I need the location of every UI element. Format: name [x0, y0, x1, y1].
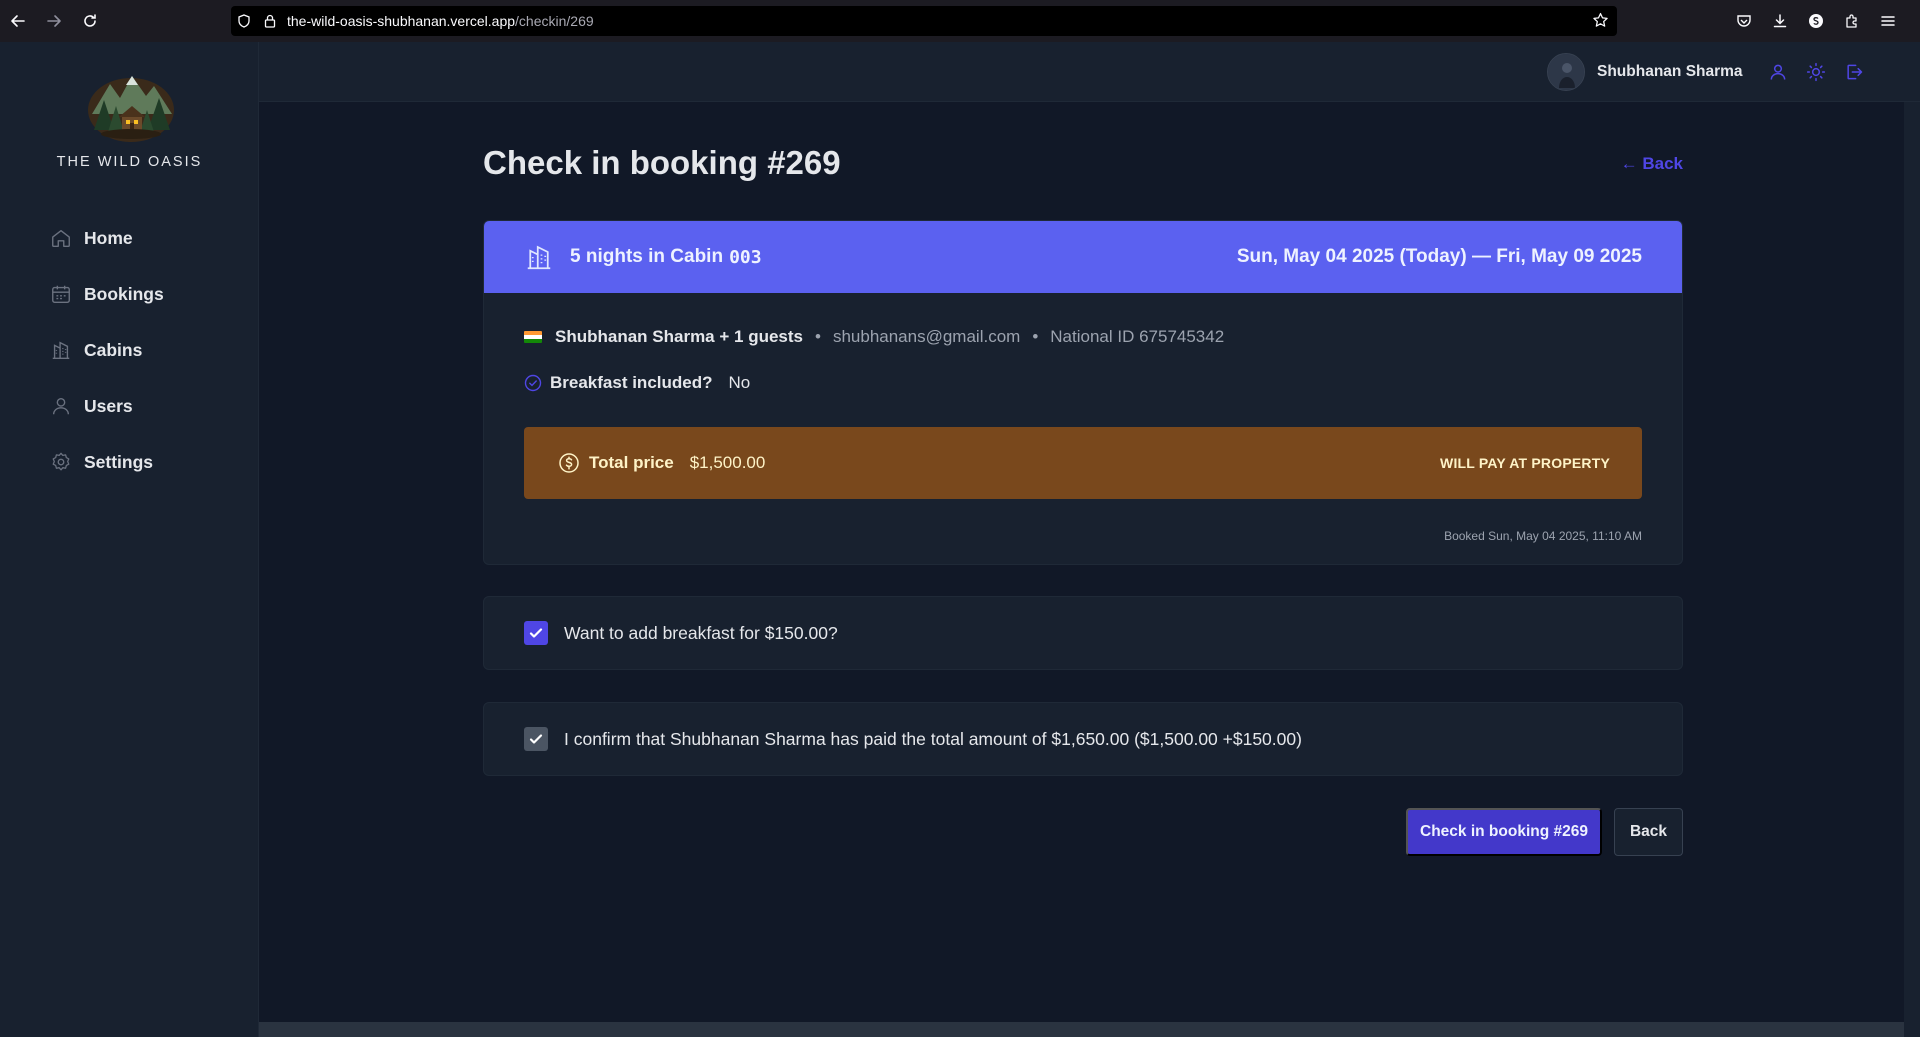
calendar-icon	[48, 281, 74, 307]
booking-detail-card: 5 nights in Cabin 003 Sun, May 04 2025 (…	[483, 220, 1683, 565]
logout-icon[interactable]	[1835, 58, 1873, 86]
browser-toolbar: the-wild-oasis-shubhanan.vercel.app/chec…	[0, 0, 1920, 42]
checkin-button[interactable]: Check in booking #269	[1406, 808, 1602, 856]
reload-icon[interactable]	[72, 0, 108, 42]
booking-dates: Sun, May 04 2025 (Today) — Fri, May 09 2…	[1236, 246, 1642, 267]
horizontal-scrollbar[interactable]	[259, 1022, 1904, 1037]
sidebar: THE WILD OASIS Home Bookings Cabins User…	[0, 42, 259, 1037]
sidebar-item-label: Users	[84, 395, 133, 416]
add-breakfast-label[interactable]: Want to add breakfast for $150.00?	[564, 623, 838, 644]
back-button[interactable]: Back	[1614, 808, 1683, 856]
shield-icon[interactable]	[231, 14, 257, 28]
hamburger-menu-icon[interactable]	[1870, 0, 1906, 42]
main-content: Check in booking #269 ← Back 5 nights in…	[259, 102, 1904, 1022]
page-header: Check in booking #269 ← Back	[483, 144, 1683, 184]
sidebar-item-label: Cabins	[84, 339, 143, 360]
sidebar-item-bookings[interactable]: Bookings	[36, 266, 236, 322]
price-summary: Total price $1,500.00 WILL PAY AT PROPER…	[524, 427, 1642, 499]
cabin-building-icon	[524, 242, 554, 272]
wild-oasis-logo[interactable]	[86, 70, 176, 142]
sidebar-item-label: Settings	[84, 451, 154, 472]
india-flag-icon	[524, 331, 542, 343]
booking-card-body: Shubhanan Sharma + 1 guests • shubhanans…	[484, 327, 1682, 543]
sidebar-item-label: Home	[84, 227, 133, 248]
guest-name: Shubhanan Sharma + 1 guests	[555, 327, 803, 346]
separator-dot: •	[815, 327, 821, 346]
back-link[interactable]: ← Back	[1621, 154, 1683, 174]
main-nav: Home Bookings Cabins Users Settings	[36, 210, 236, 490]
pocket-icon[interactable]	[1726, 0, 1762, 42]
download-icon[interactable]	[1762, 0, 1798, 42]
confirm-paid-label[interactable]: I confirm that Shubhanan Sharma has paid…	[564, 729, 1302, 750]
app-header: Shubhanan Sharma	[259, 42, 1920, 102]
add-breakfast-checkbox[interactable]	[524, 621, 548, 645]
right-gutter	[1904, 102, 1920, 1037]
forward-arrow-icon[interactable]	[36, 0, 72, 42]
brand-name: THE WILD OASIS	[56, 154, 203, 170]
booked-timestamp: Booked Sun, May 04 2025, 11:10 AM	[1444, 529, 1642, 543]
cabin-number: 003	[729, 246, 762, 268]
user-icon	[48, 393, 74, 419]
payment-status: WILL PAY AT PROPERTY	[1440, 455, 1610, 471]
price-label: Total price	[589, 453, 674, 472]
sidebar-item-users[interactable]: Users	[36, 378, 236, 434]
gear-icon	[48, 449, 74, 475]
dollar-circle-icon	[558, 452, 580, 474]
avatar[interactable]	[1547, 53, 1585, 91]
national-id: National ID 675745342	[1050, 327, 1225, 346]
url-text[interactable]: the-wild-oasis-shubhanan.vercel.app/chec…	[287, 13, 594, 29]
lock-icon[interactable]	[257, 14, 283, 28]
nights-text: 5 nights in Cabin	[570, 246, 724, 267]
user-name: Shubhanan Sharma	[1597, 63, 1743, 80]
guest-info: Shubhanan Sharma + 1 guests • shubhanans…	[524, 327, 1642, 347]
url-host: the-wild-oasis-shubhanan.vercel.app	[287, 13, 516, 29]
home-icon	[48, 225, 74, 251]
guest-email: shubhanans@gmail.com	[832, 327, 1021, 346]
browser-extensions	[1726, 0, 1920, 42]
sidebar-item-cabins[interactable]: Cabins	[36, 322, 236, 378]
url-bar[interactable]: the-wild-oasis-shubhanan.vercel.app/chec…	[231, 6, 1617, 36]
confirm-paid-checkbox[interactable]	[524, 727, 548, 751]
url-path: /checkin/269	[515, 13, 594, 29]
add-breakfast-box: Want to add breakfast for $150.00?	[483, 596, 1683, 670]
sidebar-item-settings[interactable]: Settings	[36, 434, 236, 490]
building-icon	[48, 337, 74, 363]
breakfast-value: No	[728, 373, 751, 392]
breakfast-info: Breakfast included? No	[524, 373, 1642, 393]
back-arrow-icon[interactable]	[0, 0, 36, 42]
app-root: THE WILD OASIS Home Bookings Cabins User…	[0, 42, 1920, 1037]
sidebar-item-label: Bookings	[84, 283, 164, 304]
page-title: Check in booking #269	[483, 144, 841, 181]
separator-dot: •	[1032, 327, 1039, 346]
confirm-paid-box: I confirm that Shubhanan Sharma has paid…	[483, 702, 1683, 776]
price-value: $1,500.00	[689, 453, 766, 472]
user-profile[interactable]: Shubhanan Sharma	[1547, 53, 1743, 91]
breakfast-label: Breakfast included?	[550, 373, 713, 392]
header-actions	[1759, 58, 1873, 86]
sidebar-item-home[interactable]: Home	[36, 210, 236, 266]
puzzle-extensions-icon[interactable]	[1834, 0, 1870, 42]
booking-card-header: 5 nights in Cabin 003 Sun, May 04 2025 (…	[484, 221, 1682, 293]
check-circle-icon	[524, 374, 542, 392]
account-user-icon[interactable]	[1759, 58, 1797, 86]
account-extension-icon[interactable]	[1798, 0, 1834, 42]
sun-icon[interactable]	[1797, 58, 1835, 86]
bookmark-star-icon[interactable]	[1592, 12, 1609, 29]
